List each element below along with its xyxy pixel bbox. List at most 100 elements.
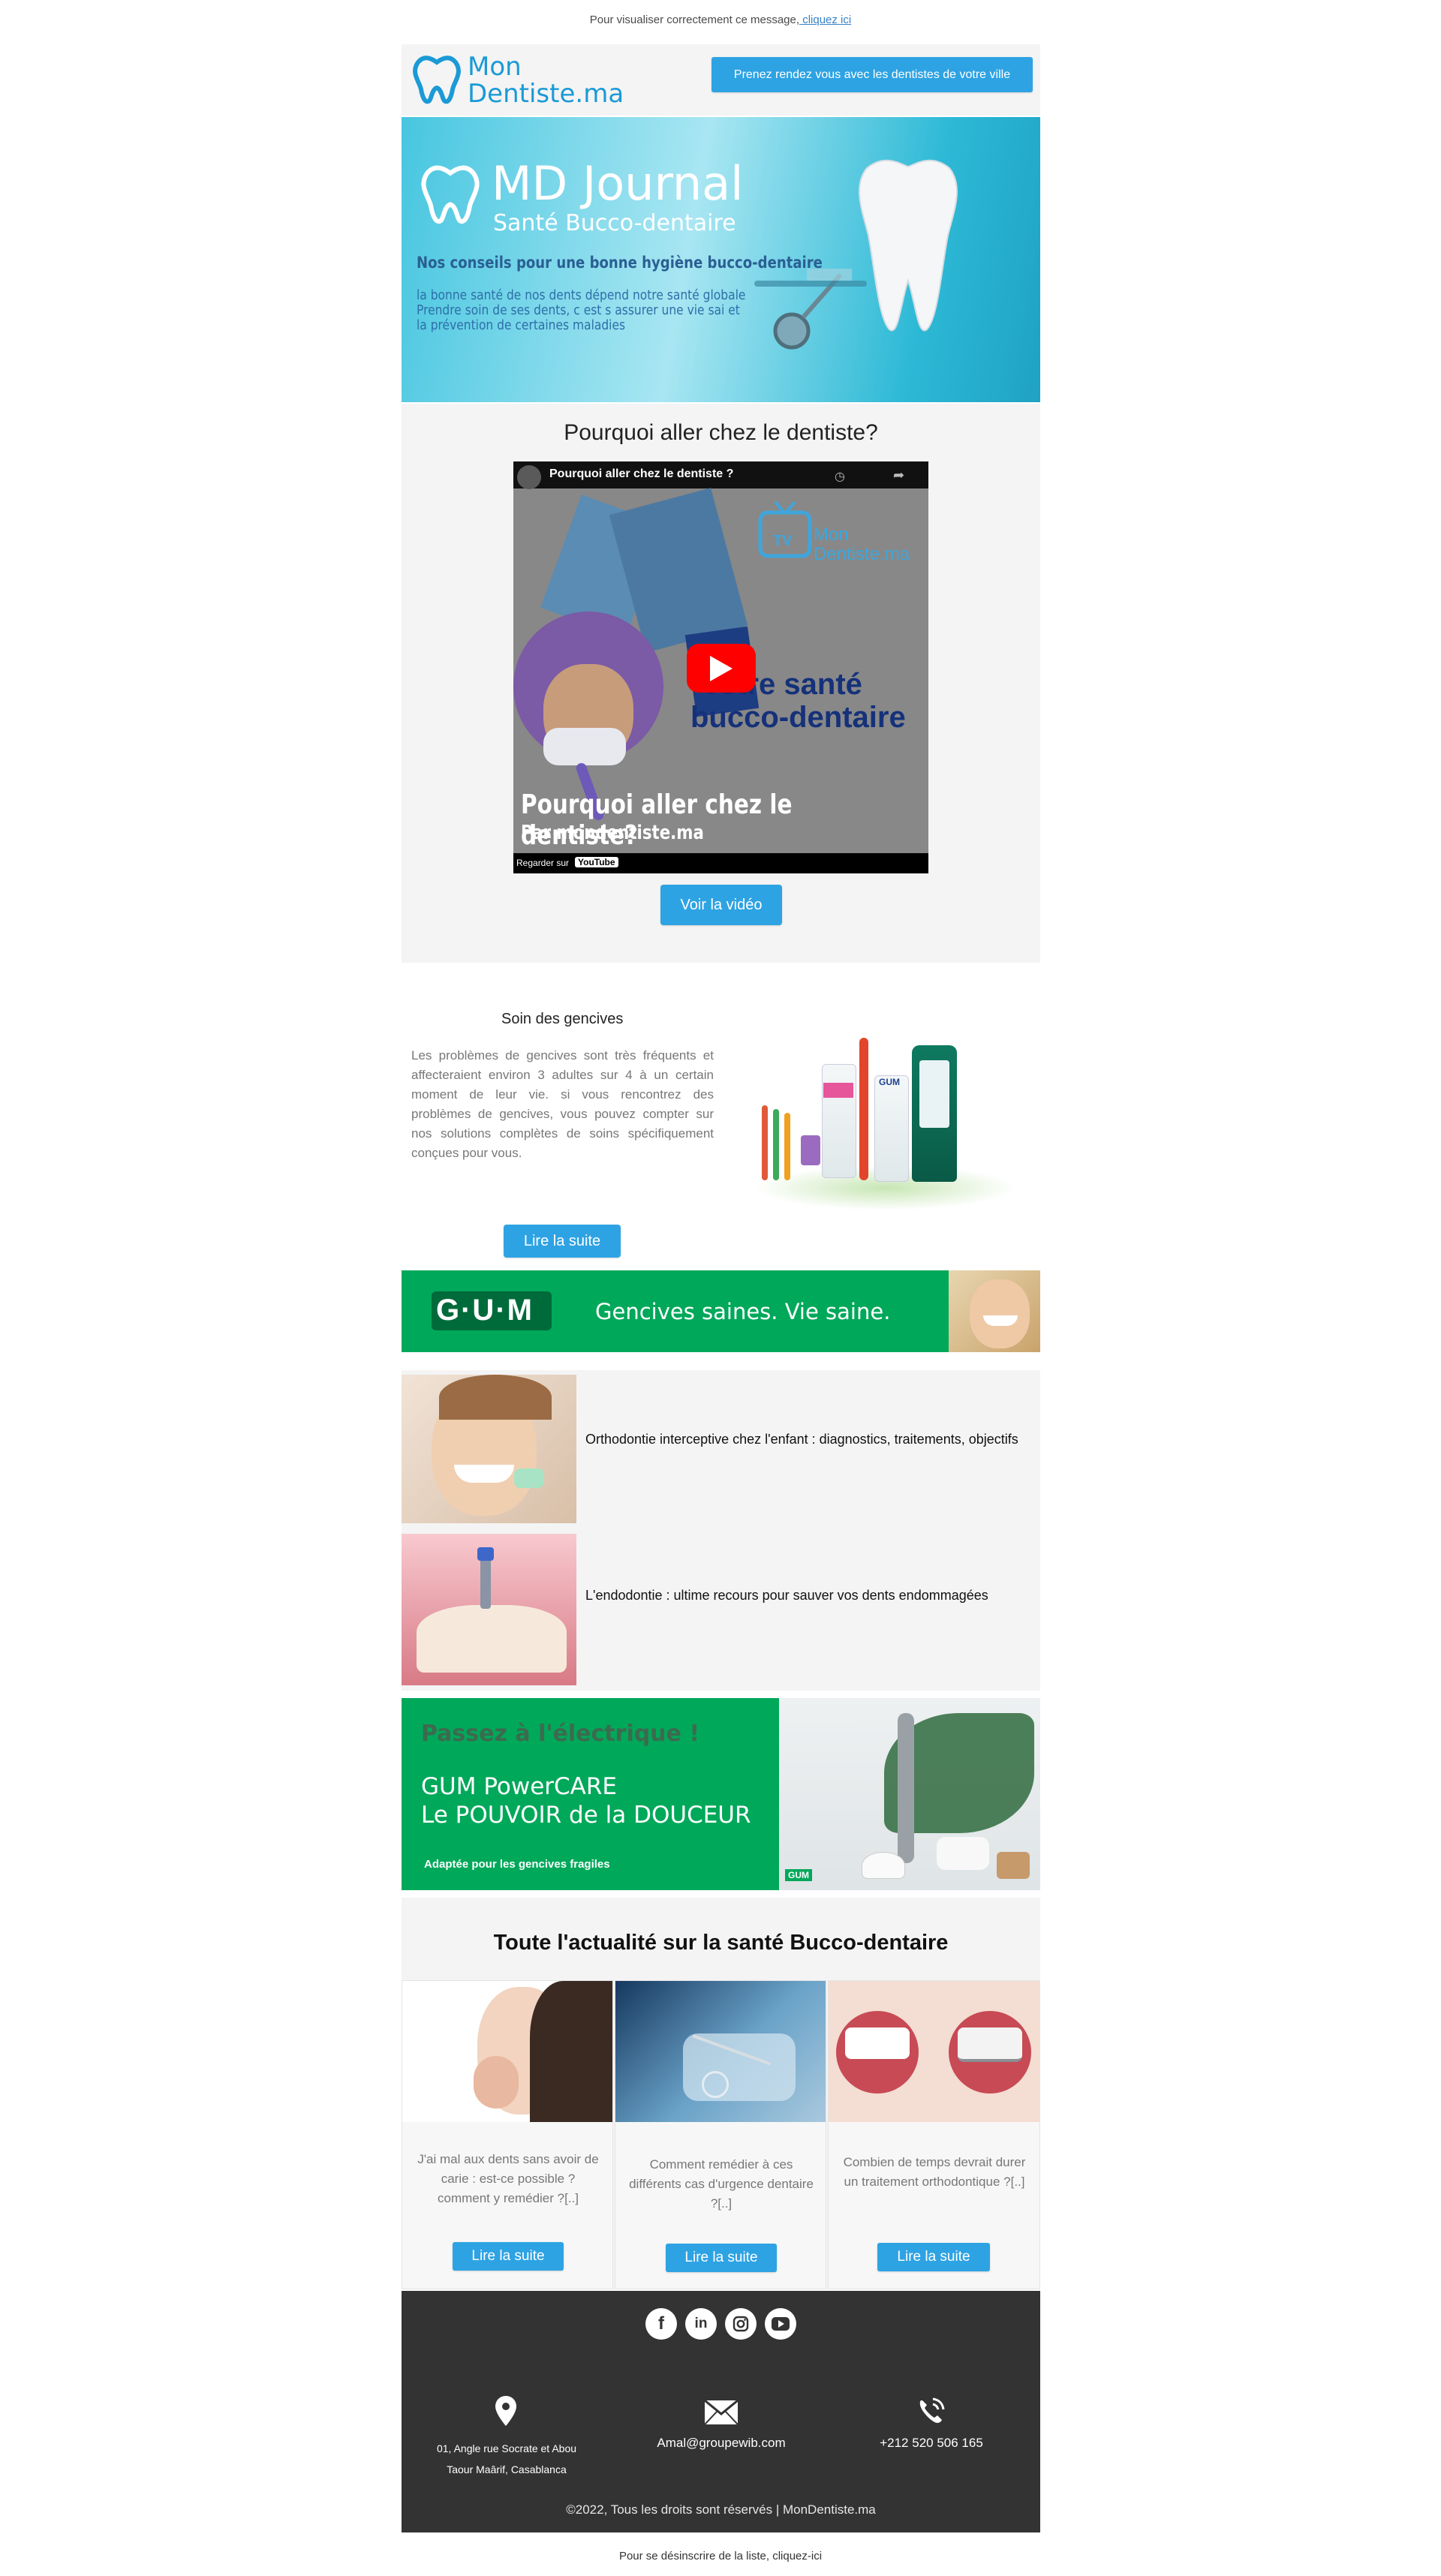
md-journal-banner: MD Journal Santé Bucco-dentaire Nos cons…: [402, 117, 1040, 402]
article-image-orthodontics[interactable]: [402, 1375, 576, 1523]
powercare-product-name: GUM PowerCARE: [421, 1773, 618, 1800]
hand-on-cheek: [474, 2056, 519, 2109]
logo-line-2: Dentiste.ma: [468, 79, 624, 109]
banner-copy-line-1: la bonne santé de nos dents dépend notre…: [417, 287, 746, 303]
powercare-ad-banner[interactable]: Passez à l'électrique ! GUM PowerCARE Le…: [402, 1698, 1040, 1890]
preheader: Pour visualiser correctement ce message,…: [0, 14, 1441, 26]
woman-hair: [530, 1981, 612, 2122]
share-icon[interactable]: ➦: [893, 467, 904, 483]
toothbrush-illustration: [754, 267, 867, 297]
toothpaste-2-brand: GUM: [879, 1077, 900, 1087]
tooth-logo-icon: [411, 55, 463, 104]
facebook-icon[interactable]: f: [645, 2308, 677, 2340]
email-footer: f in 01, Angle rue Socrate et Abou Taour…: [402, 2291, 1040, 2532]
interdental-brush-2: [773, 1109, 779, 1180]
envelope-icon: [705, 2400, 738, 2424]
banner-copy: la bonne santé de nos dents dépend notre…: [417, 288, 745, 333]
charging-base: [862, 1852, 905, 1879]
address-line-2: Taour Maârif, Casablanca: [447, 2463, 567, 2475]
smile-teeth-left: [845, 2027, 910, 2059]
article-title-endodontics[interactable]: L'endodontie : ultime recours pour sauve…: [585, 1588, 1036, 1604]
watch-video-button[interactable]: Voir la vidéo: [660, 885, 782, 925]
gum-care-read-more-button[interactable]: Lire la suite: [504, 1225, 621, 1258]
banner-title: MD Journal: [492, 156, 744, 211]
gloved-hand: [683, 2033, 796, 2101]
video-play-button[interactable]: [687, 644, 756, 693]
overlay-line-2: bucco-dentaire: [690, 701, 906, 734]
file-handle: [477, 1547, 494, 1561]
footer-email-link[interactable]: Amal@groupewib.com: [627, 2436, 816, 2451]
news-card-3: Combien de temps devrait durer un traite…: [828, 1980, 1040, 2289]
banner-copy-line-2: Prendre soin de ses dents, c est s assur…: [417, 302, 740, 318]
toothpaste-1: [822, 1064, 856, 1178]
mirror-head: [702, 2071, 729, 2098]
braces-teeth: [958, 2027, 1022, 2062]
toothbrush: [859, 1038, 868, 1180]
footer-copyright: ©2022, Tous les droits sont réservés | M…: [566, 2502, 876, 2517]
powercare-slogan: Le POUVOIR de la DOUCEUR: [421, 1802, 751, 1829]
toothpaste-2: [874, 1075, 909, 1182]
news-card-2-image[interactable]: [615, 1981, 826, 2122]
interdental-brush-1: [762, 1105, 768, 1180]
news-card-1: J'ai mal aux dents sans avoir de carie :…: [402, 1980, 613, 2289]
news-card-1-read-more-button[interactable]: Lire la suite: [453, 2242, 564, 2271]
gum-ad-banner[interactable]: G·U·M Gencives saines. Vie saine.: [402, 1270, 1040, 1352]
banner-tooth-icon: [418, 162, 483, 227]
view-online-link[interactable]: cliquez ici: [799, 14, 851, 26]
powercare-headline: Passez à l'électrique !: [421, 1721, 700, 1747]
aligner: [514, 1468, 544, 1488]
gum-care-body: Les problèmes de gencives sont très fréq…: [411, 1048, 714, 1160]
address-line-1: 01, Angle rue Socrate et Abou: [436, 2442, 577, 2454]
video-channel-line-1: Mon: [814, 525, 849, 545]
news-card-3-image[interactable]: [829, 1981, 1039, 2122]
wooden-cup: [997, 1852, 1030, 1879]
video-player[interactable]: Pourquoi aller chez le dentiste ? ◷ ➦ TV…: [513, 461, 928, 873]
articles-section: Orthodontie interceptive chez l'enfant :…: [402, 1370, 1040, 1691]
big-tooth-illustration: [852, 153, 964, 341]
child-smile: [454, 1465, 514, 1483]
gum-products-image: GUM: [732, 1038, 1024, 1218]
news-section: Toute l'actualité sur la santé Bucco-den…: [402, 1898, 1040, 2289]
news-card-1-text: J'ai mal aux dents sans avoir de carie :…: [417, 2152, 599, 2205]
news-card-3-text: Combien de temps devrait durer un traite…: [843, 2155, 1026, 2189]
footer-address: 01, Angle rue Socrate et Abou Taour Maâr…: [417, 2438, 597, 2480]
news-card-2-text: Comment remédier à ces différents cas d'…: [629, 2157, 814, 2211]
preheader-text: Pour visualiser correctement ce message,: [589, 14, 800, 26]
watch-on-label: Regarder sur: [516, 858, 570, 868]
news-card-2-read-more-button[interactable]: Lire la suite: [666, 2244, 777, 2272]
woman-face: [970, 1279, 1030, 1348]
smiling-woman-photo: [949, 1270, 1040, 1352]
towels: [937, 1837, 989, 1870]
news-card-3-read-more-button[interactable]: Lire la suite: [877, 2243, 990, 2271]
video-channel-line-2: Dentiste.ma: [814, 544, 910, 564]
news-card-1-image[interactable]: [402, 1981, 612, 2122]
youtube-link[interactable]: YouTube: [575, 857, 618, 867]
logo-wordmark: Mon Dentiste.ma: [468, 53, 624, 107]
article-title-orthodontics[interactable]: Orthodontie interceptive chez l'enfant :…: [585, 1427, 1021, 1452]
youtube-icon[interactable]: [765, 2308, 796, 2340]
mouthwash-label: [919, 1060, 949, 1128]
watch-later-icon[interactable]: ◷: [835, 469, 845, 484]
tv-logo-icon: [757, 500, 813, 559]
gum-care-heading: Soin des gencives: [501, 1011, 624, 1027]
news-card-2: Comment remédier à ces différents cas d'…: [615, 1980, 826, 2289]
child-hair: [439, 1375, 552, 1420]
article-image-endodontics[interactable]: [402, 1534, 576, 1685]
footer-phone[interactable]: +212 520 506 165: [837, 2436, 1026, 2451]
powercare-subline: Adaptée pour les gencives fragiles: [424, 1858, 610, 1871]
video-overlay-byline: Par mondentiste.ma: [521, 822, 704, 844]
email-header: Mon Dentiste.ma Prenez rendez vous avec …: [402, 44, 1040, 116]
interdental-brush-3: [784, 1113, 790, 1180]
linkedin-icon[interactable]: in: [685, 2308, 717, 2340]
instagram-icon[interactable]: [725, 2308, 757, 2340]
toothpaste-1-band: [823, 1083, 853, 1098]
woman-smile: [983, 1315, 1018, 1326]
video-title[interactable]: Pourquoi aller chez le dentiste ?: [549, 467, 733, 481]
unsubscribe-link[interactable]: Pour se désinscrire de la liste, cliquez…: [0, 2550, 1441, 2562]
channel-avatar[interactable]: [517, 465, 541, 489]
book-appointment-button[interactable]: Prenez rendez vous avec les dentistes de…: [711, 57, 1033, 92]
banner-subtitle: Santé Bucco-dentaire: [493, 210, 736, 236]
banner-copy-line-3: la prévention de certaines maladies: [417, 317, 626, 333]
news-heading: Toute l'actualité sur la santé Bucco-den…: [493, 1931, 949, 1955]
gum-care-section: Soin des gencives Les problèmes de genci…: [402, 963, 1040, 1268]
